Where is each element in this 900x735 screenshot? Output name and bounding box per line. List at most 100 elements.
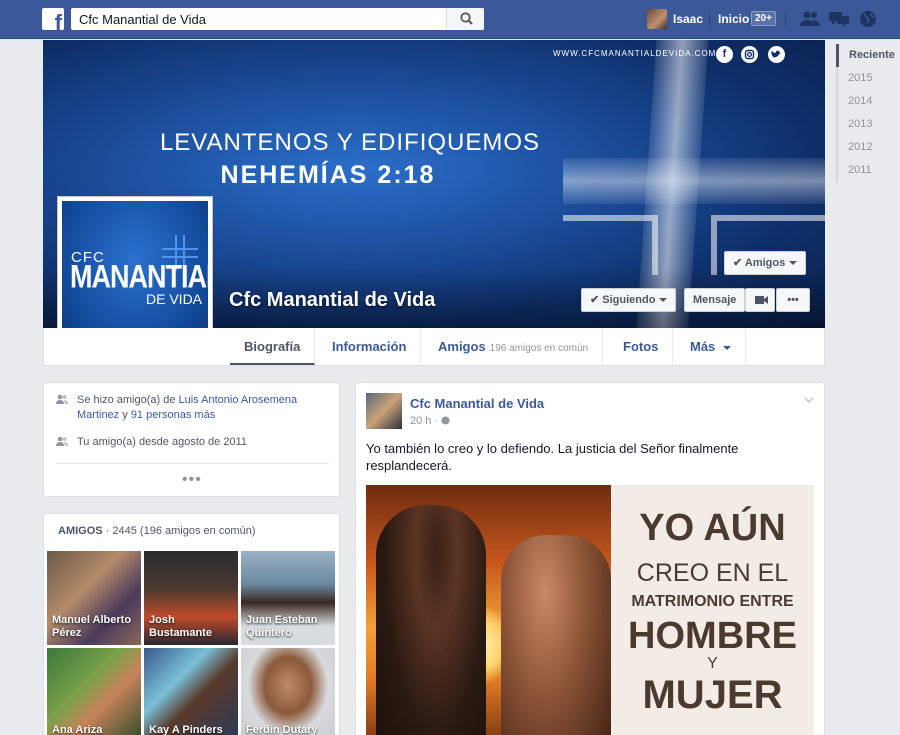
tab-biografia[interactable]: Biografía [230,328,316,365]
page-logo: CFC MANANTIAL DE VIDA [62,201,208,347]
post-card: Cfc Manantial de Vida 20 h · Yo también … [355,382,825,735]
chevron-down-icon[interactable] [804,395,814,405]
amigos-button-label: Amigos [744,257,786,269]
search-icon [460,12,473,25]
year-link-2012[interactable]: 2012 [836,136,896,159]
timeline-year-nav: Reciente 2015 2014 2013 2012 2011 [836,44,896,182]
check-icon: ✔ [733,257,743,269]
tab-label: Fotos [623,339,659,354]
image-text-panel: YO AÚN CREO EN EL MATRIMONIO ENTRE HOMBR… [611,485,814,735]
year-link-reciente[interactable]: Reciente [836,44,896,67]
post-image[interactable]: YO AÚN CREO EN EL MATRIMONIO ENTRE HOMBR… [366,485,814,735]
video-camera-icon [755,296,768,304]
friend-tile[interactable]: Juan Esteban Quintero [241,551,335,645]
tab-fotos[interactable]: Fotos [609,328,674,365]
top-navigation-bar: f Isaac Inicio 20+ [0,0,900,39]
post-timestamp[interactable]: 20 h · [410,415,450,427]
more-options-button[interactable]: ••• [776,288,810,312]
friend-name: Juan Esteban Quintero [246,614,318,639]
friends-icon [56,394,68,404]
friend-tile[interactable]: Kay A Pinders [144,648,238,735]
divider [709,11,710,27]
year-link-2013[interactable]: 2013 [836,113,896,136]
messages-icon[interactable] [829,10,849,28]
following-button-label: Siguiendo [602,294,656,306]
search-input[interactable] [71,8,441,30]
tab-amigos[interactable]: Amigos 196 amigos en común [424,328,604,365]
friendship-prefix: Se hizo amigo(a) de [77,394,176,406]
divider [785,11,786,27]
globe-notifications-icon[interactable] [858,10,878,28]
friendship-and: y [122,409,128,421]
facebook-logo-icon[interactable]: f [42,8,64,30]
tab-informacion[interactable]: Información [318,328,422,365]
image-text-line: YO AÚN [639,507,786,549]
tab-label: Información [332,339,407,354]
friend-tile[interactable]: Ferdin Dutary [241,648,335,735]
cover-website-url: WWW.CFCMANANTIALDEVIDA.COM [553,49,717,58]
image-text-line: HOMBRE [628,615,797,657]
twitter-icon [768,46,785,63]
message-button[interactable]: Mensaje [684,288,746,312]
image-text-line: CREO EN EL [636,559,789,587]
post-author-avatar[interactable] [366,393,402,429]
friend-name: Ana Ariza [52,724,103,735]
user-avatar [647,9,667,29]
post-time-text: 20 h · [410,415,439,427]
friend-name: Josh Bustamante [149,614,212,639]
friend-name: Ferdin Dutary [246,724,318,735]
chevron-down-icon [723,345,732,350]
message-button-label: Mensaje [693,294,737,306]
friend-name: Kay A Pinders [149,724,223,735]
friends-card: AMIGOS · 2445 (196 amigos en común) Manu… [43,513,340,735]
facebook-icon: f [716,46,733,63]
friend-tile[interactable]: Ana Ariza [47,648,141,735]
friend-tile[interactable]: Manuel Alberto Pérez [47,551,141,645]
notification-count-badge: 20+ [751,11,776,26]
image-bride [501,535,611,735]
logo-text-de-vida: DE VIDA [146,291,203,307]
friend-requests-icon[interactable] [800,10,820,28]
following-button[interactable]: ✔ Siguiendo [581,288,677,312]
user-name: Isaac [673,12,704,26]
post-text: Yo también lo creo y lo defiendo. La jus… [366,441,739,473]
more-options-label: ••• [787,294,799,306]
friends-icon [56,436,68,446]
check-icon: ✔ [590,294,600,306]
friends-count: · 2445 (196 amigos en común) [105,525,256,537]
image-groom [376,505,486,735]
divider [56,463,329,464]
page-title[interactable]: Cfc Manantial de Vida [229,289,435,312]
timeline-tabs: Biografía Información Amigos 196 amigos e… [43,328,825,366]
chevron-down-icon [659,298,668,303]
image-text-line: MATRIMONIO ENTRE [631,593,794,610]
amigos-button[interactable]: ✔ Amigos [724,251,807,275]
see-more-button[interactable]: ••• [182,471,202,489]
friends-title: AMIGOS [58,525,103,537]
tab-label: Más [690,339,716,354]
post-author-name[interactable]: Cfc Manantial de Vida [410,396,544,411]
video-call-button[interactable] [745,288,775,312]
friends-header[interactable]: AMIGOS · 2445 (196 amigos en común) [58,525,256,537]
chevron-down-icon [789,261,798,266]
more-people-link[interactable]: 91 personas más [131,409,215,421]
cover-cross-decoration [563,215,658,275]
search-button[interactable] [446,8,484,30]
home-link[interactable]: Inicio [718,12,749,26]
search-box [71,8,484,30]
tab-label: Biografía [244,339,301,354]
tab-label: Amigos [438,339,486,354]
image-text-line: MUJER [642,673,783,717]
image-text-line: Y [707,655,718,672]
friendship-card: Se hizo amigo(a) de Luis Antonio Aroseme… [43,382,340,497]
globe-privacy-icon [441,416,450,425]
friends-since-text: Tu amigo(a) desde agosto de 2011 [77,436,248,448]
mutual-friends-count: 196 amigos en común [489,343,589,354]
year-link-2015[interactable]: 2015 [836,67,896,90]
tab-mas[interactable]: Más [676,328,747,365]
cover-headline: LEVANTENOS Y EDIFIQUEMOS [159,129,541,156]
year-link-2014[interactable]: 2014 [836,90,896,113]
friend-name: Manuel Alberto Pérez [52,614,132,639]
friend-tile[interactable]: Josh Bustamante [144,551,238,645]
year-link-2011[interactable]: 2011 [836,159,896,182]
